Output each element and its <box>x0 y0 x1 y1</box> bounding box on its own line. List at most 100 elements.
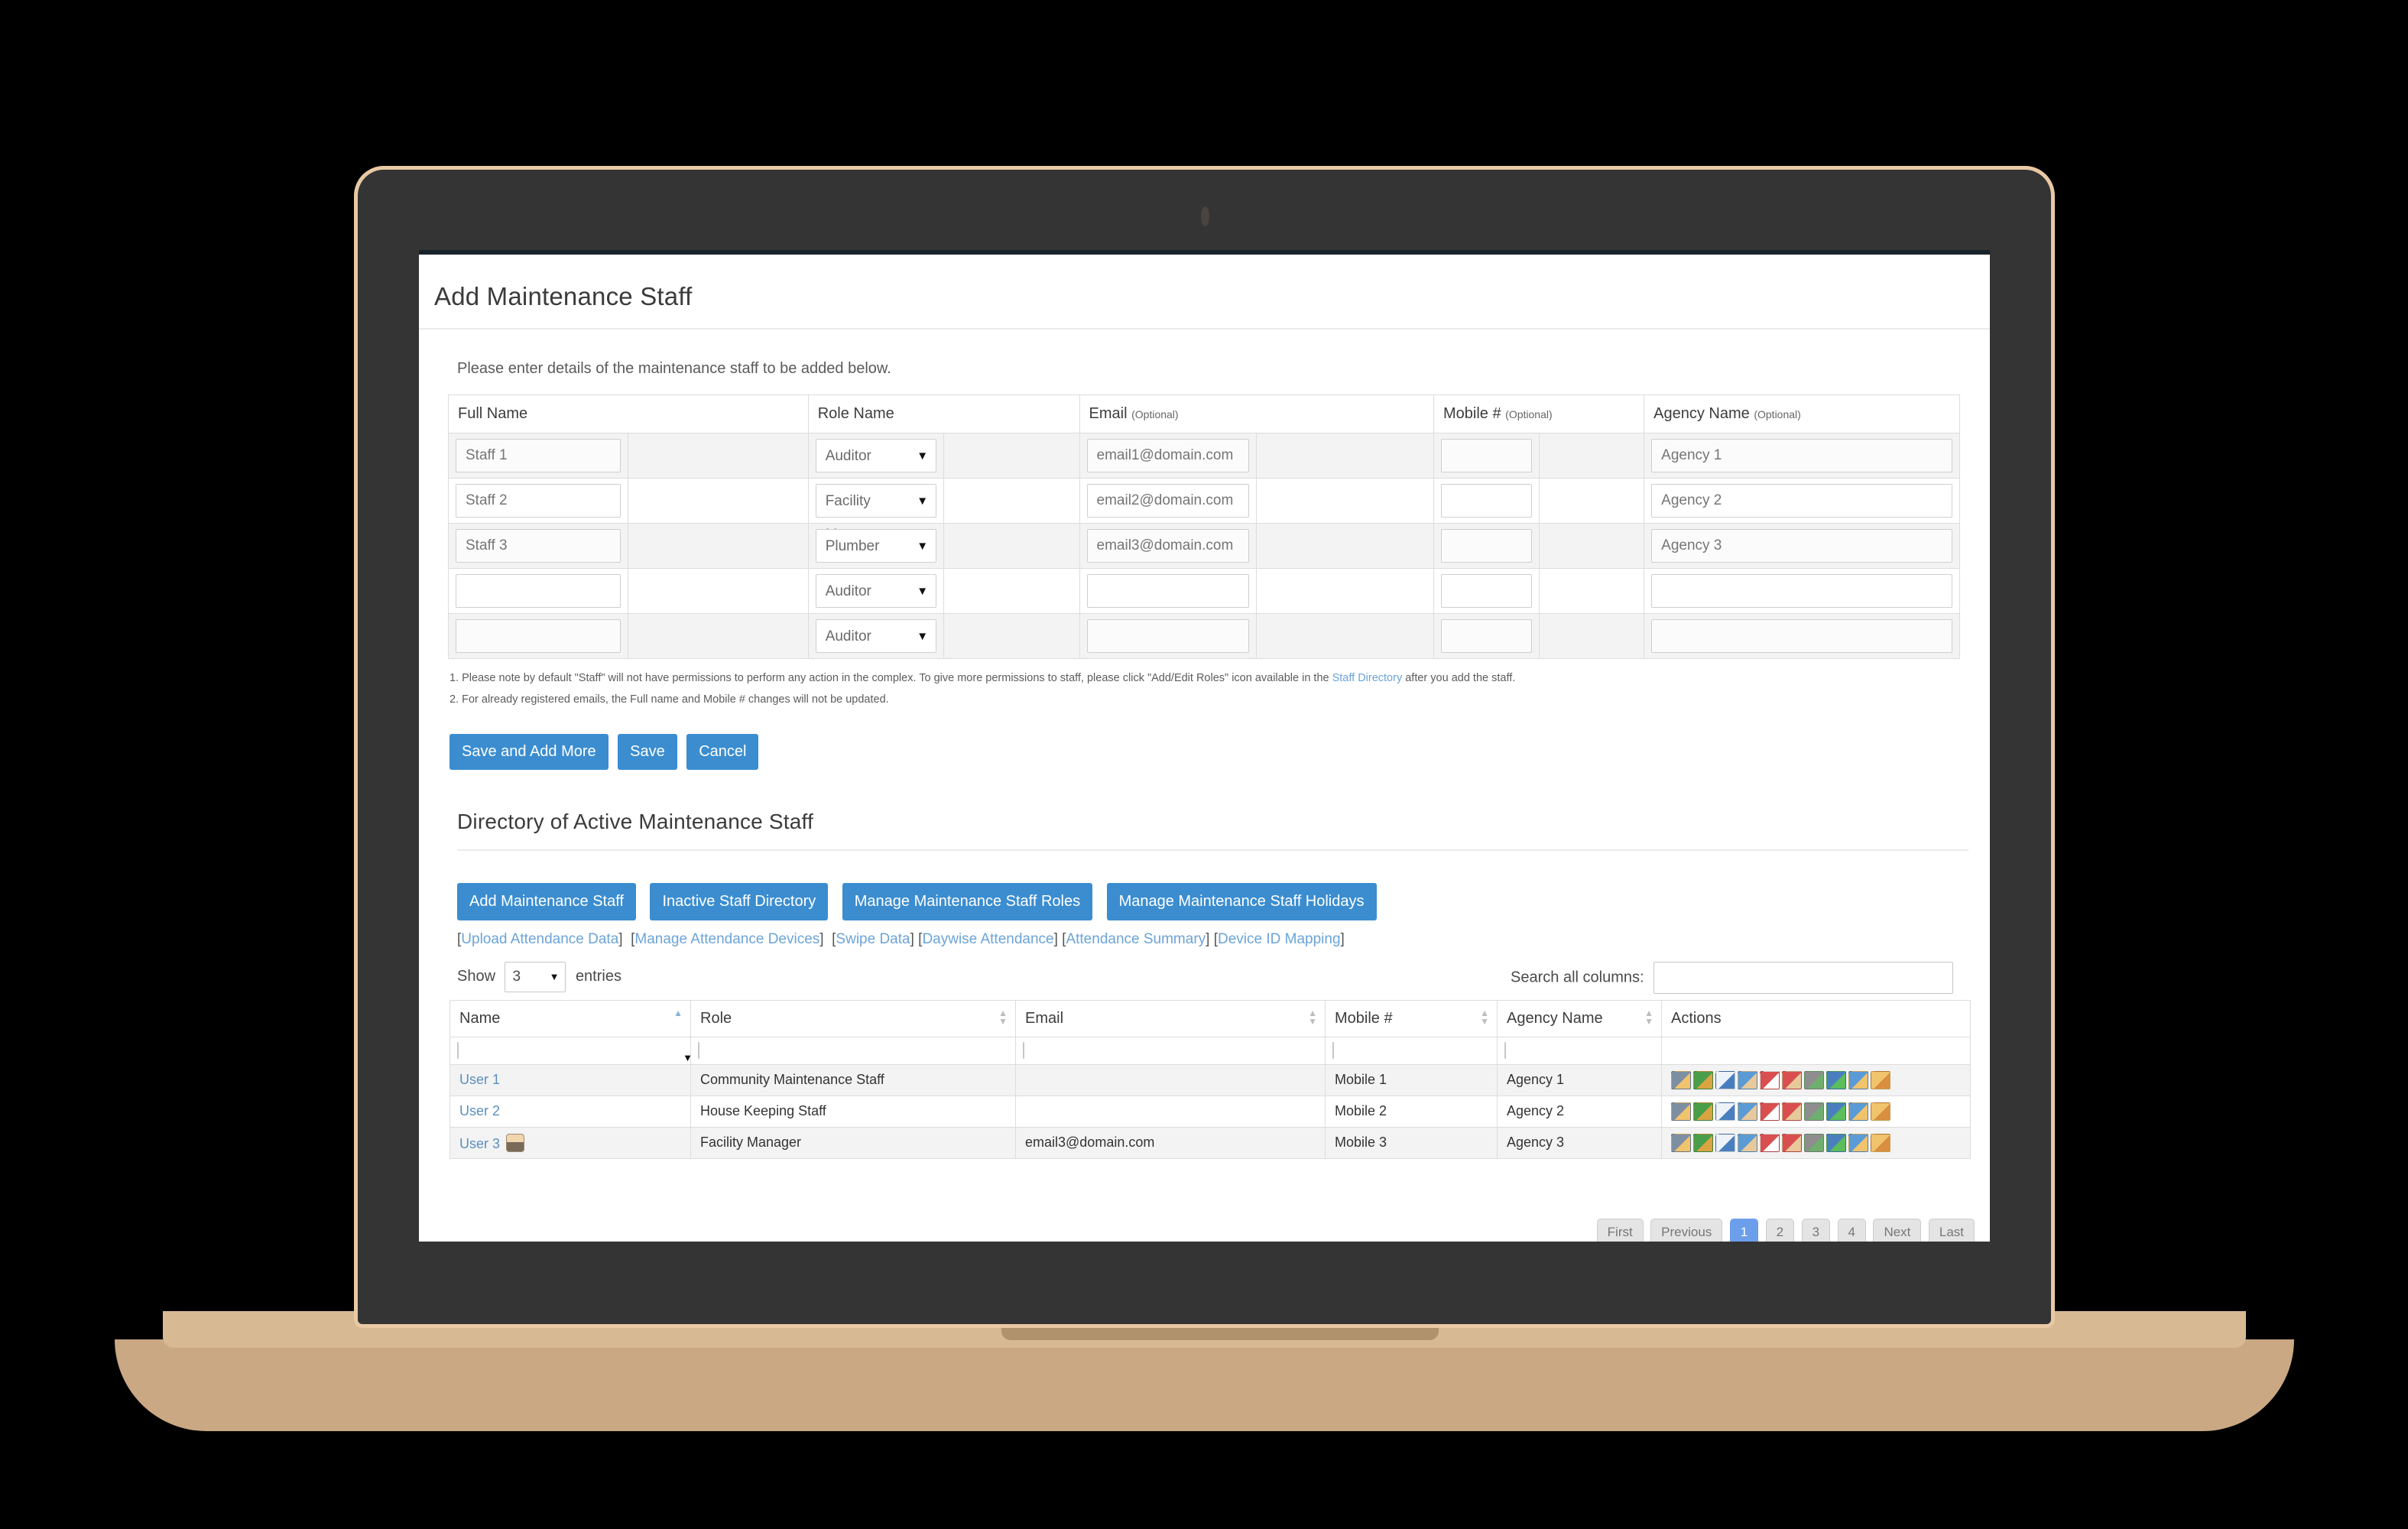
mobile-input[interactable] <box>1441 484 1532 518</box>
col-header-name[interactable]: Name ▲ <box>450 1000 691 1037</box>
deactivate-user-icon[interactable] <box>1760 1071 1780 1089</box>
form-spacer <box>1257 569 1434 614</box>
edit-note-icon[interactable] <box>1715 1071 1735 1089</box>
edit-roles-icon[interactable] <box>1848 1134 1868 1152</box>
add-user-icon[interactable] <box>1826 1134 1846 1152</box>
mobile-input[interactable] <box>1441 574 1532 608</box>
col-header-actions-label: Actions <box>1671 1010 1722 1027</box>
user-name-link[interactable]: User 1 <box>459 1072 500 1087</box>
edit-details-icon[interactable] <box>1671 1102 1691 1121</box>
user-info-icon[interactable] <box>1738 1071 1757 1089</box>
daywise-attendance-link[interactable]: Daywise Attendance <box>922 931 1053 947</box>
user-name-link[interactable]: User 3 <box>459 1136 500 1151</box>
manage-attendance-devices-link[interactable]: Manage Attendance Devices <box>634 931 819 947</box>
email-input[interactable] <box>1087 484 1250 518</box>
full-name-input[interactable] <box>456 574 621 608</box>
device-id-mapping-link[interactable]: Device ID Mapping <box>1218 931 1341 947</box>
add-user-icon[interactable] <box>1826 1071 1846 1089</box>
edit-roles-icon[interactable] <box>1848 1102 1868 1121</box>
pagination-page-4[interactable]: 4 <box>1838 1219 1866 1242</box>
pagination-page-3[interactable]: 3 <box>1802 1219 1830 1242</box>
filter-role-select[interactable]: ▼ <box>698 1042 699 1059</box>
full-name-input[interactable] <box>456 439 621 472</box>
email-input[interactable] <box>1087 619 1250 653</box>
pagination-last[interactable]: Last <box>1929 1219 1975 1242</box>
user-info-icon[interactable] <box>1738 1102 1757 1121</box>
staff-directory-link[interactable]: Staff Directory <box>1332 672 1403 684</box>
edit-report-icon[interactable] <box>1871 1134 1890 1152</box>
deactivate-user-icon[interactable] <box>1760 1102 1780 1121</box>
filter-mobile-input[interactable] <box>1332 1042 1334 1059</box>
email-input[interactable] <box>1087 529 1250 563</box>
upload-attendance-data-link[interactable]: Upload Attendance Data <box>461 931 618 947</box>
deactivate-user-icon[interactable] <box>1760 1134 1780 1152</box>
add-user-icon[interactable] <box>1826 1102 1846 1121</box>
role-name-select[interactable]: Auditor▼ <box>816 619 936 653</box>
bracket: ] <box>618 931 627 947</box>
form-col-agency: Agency Name (Optional) <box>1644 395 1960 433</box>
user-device-icon[interactable] <box>1804 1102 1824 1121</box>
col-header-agency[interactable]: Agency Name ▲▼ <box>1498 1000 1662 1037</box>
mobile-input[interactable] <box>1441 529 1532 563</box>
col-header-role[interactable]: Role ▲▼ <box>691 1000 1016 1037</box>
email-input[interactable] <box>1087 574 1250 608</box>
directory-button-row: Add Maintenance Staff Inactive Staff Dir… <box>457 883 1968 920</box>
inactive-staff-directory-button[interactable]: Inactive Staff Directory <box>650 883 828 920</box>
add-maintenance-staff-button[interactable]: Add Maintenance Staff <box>457 883 636 920</box>
mobile-input[interactable] <box>1441 439 1532 472</box>
edit-report-icon[interactable] <box>1871 1102 1890 1121</box>
delete-user-icon[interactable] <box>1782 1134 1802 1152</box>
search-all-columns-input[interactable] <box>1653 962 1953 994</box>
role-name-select[interactable]: Facility Manager▼ <box>816 484 936 518</box>
pagination-page-1[interactable]: 1 <box>1730 1219 1758 1242</box>
view-photo-icon[interactable] <box>1693 1134 1713 1152</box>
email-input[interactable] <box>1087 439 1250 472</box>
delete-user-icon[interactable] <box>1782 1102 1802 1121</box>
role-name-select[interactable]: Auditor▼ <box>816 574 936 608</box>
agency-name-input[interactable] <box>1651 439 1952 472</box>
role-name-select[interactable]: Auditor▼ <box>816 439 936 472</box>
user-device-icon[interactable] <box>1804 1071 1824 1089</box>
agency-name-input[interactable] <box>1651 484 1952 518</box>
cancel-button[interactable]: Cancel <box>686 734 758 770</box>
role-name-select[interactable]: Plumber▼ <box>816 529 936 563</box>
col-header-mobile[interactable]: Mobile # ▲▼ <box>1326 1000 1498 1037</box>
user-name-link[interactable]: User 2 <box>459 1103 500 1118</box>
agency-name-input[interactable] <box>1651 619 1952 653</box>
attendance-summary-link[interactable]: Attendance Summary <box>1066 931 1206 947</box>
edit-report-icon[interactable] <box>1871 1071 1890 1089</box>
filter-agency-input[interactable] <box>1504 1042 1506 1059</box>
edit-details-icon[interactable] <box>1671 1071 1691 1089</box>
col-header-email[interactable]: Email ▲▼ <box>1016 1000 1326 1037</box>
full-name-input[interactable] <box>456 484 621 518</box>
filter-email-input[interactable] <box>1023 1042 1024 1059</box>
save-button[interactable]: Save <box>618 734 677 770</box>
manage-staff-roles-button[interactable]: Manage Maintenance Staff Roles <box>842 883 1092 920</box>
pagination-next[interactable]: Next <box>1873 1219 1921 1242</box>
pagination-first[interactable]: First <box>1597 1219 1644 1242</box>
edit-note-icon[interactable] <box>1715 1134 1735 1152</box>
swipe-data-link[interactable]: Swipe Data <box>836 931 910 947</box>
view-photo-icon[interactable] <box>1693 1102 1713 1121</box>
agency-name-input[interactable] <box>1651 529 1952 563</box>
page-length-select[interactable]: 3 ▼ <box>505 962 566 992</box>
user-info-icon[interactable] <box>1738 1134 1757 1152</box>
search-all-columns-wrap: Search all columns: <box>1511 962 1953 994</box>
edit-roles-icon[interactable] <box>1848 1071 1868 1089</box>
pagination-page-2[interactable]: 2 <box>1766 1219 1794 1242</box>
delete-user-icon[interactable] <box>1782 1071 1802 1089</box>
edit-details-icon[interactable] <box>1671 1134 1691 1152</box>
mobile-input[interactable] <box>1441 619 1532 653</box>
agency-name-input[interactable] <box>1651 574 1952 608</box>
note-1: 1. Please note by default "Staff" will n… <box>449 673 1968 685</box>
pagination-previous[interactable]: Previous <box>1650 1219 1722 1242</box>
full-name-input[interactable] <box>456 619 621 653</box>
manage-staff-holidays-button[interactable]: Manage Maintenance Staff Holidays <box>1107 883 1377 920</box>
user-device-icon[interactable] <box>1804 1134 1824 1152</box>
filter-name-input[interactable] <box>457 1042 459 1059</box>
full-name-input[interactable] <box>456 529 621 563</box>
view-photo-icon[interactable] <box>1693 1071 1713 1089</box>
edit-note-icon[interactable] <box>1715 1102 1735 1121</box>
save-and-add-more-button[interactable]: Save and Add More <box>449 734 608 770</box>
form-col-mobile-optional: (Optional) <box>1505 408 1552 420</box>
